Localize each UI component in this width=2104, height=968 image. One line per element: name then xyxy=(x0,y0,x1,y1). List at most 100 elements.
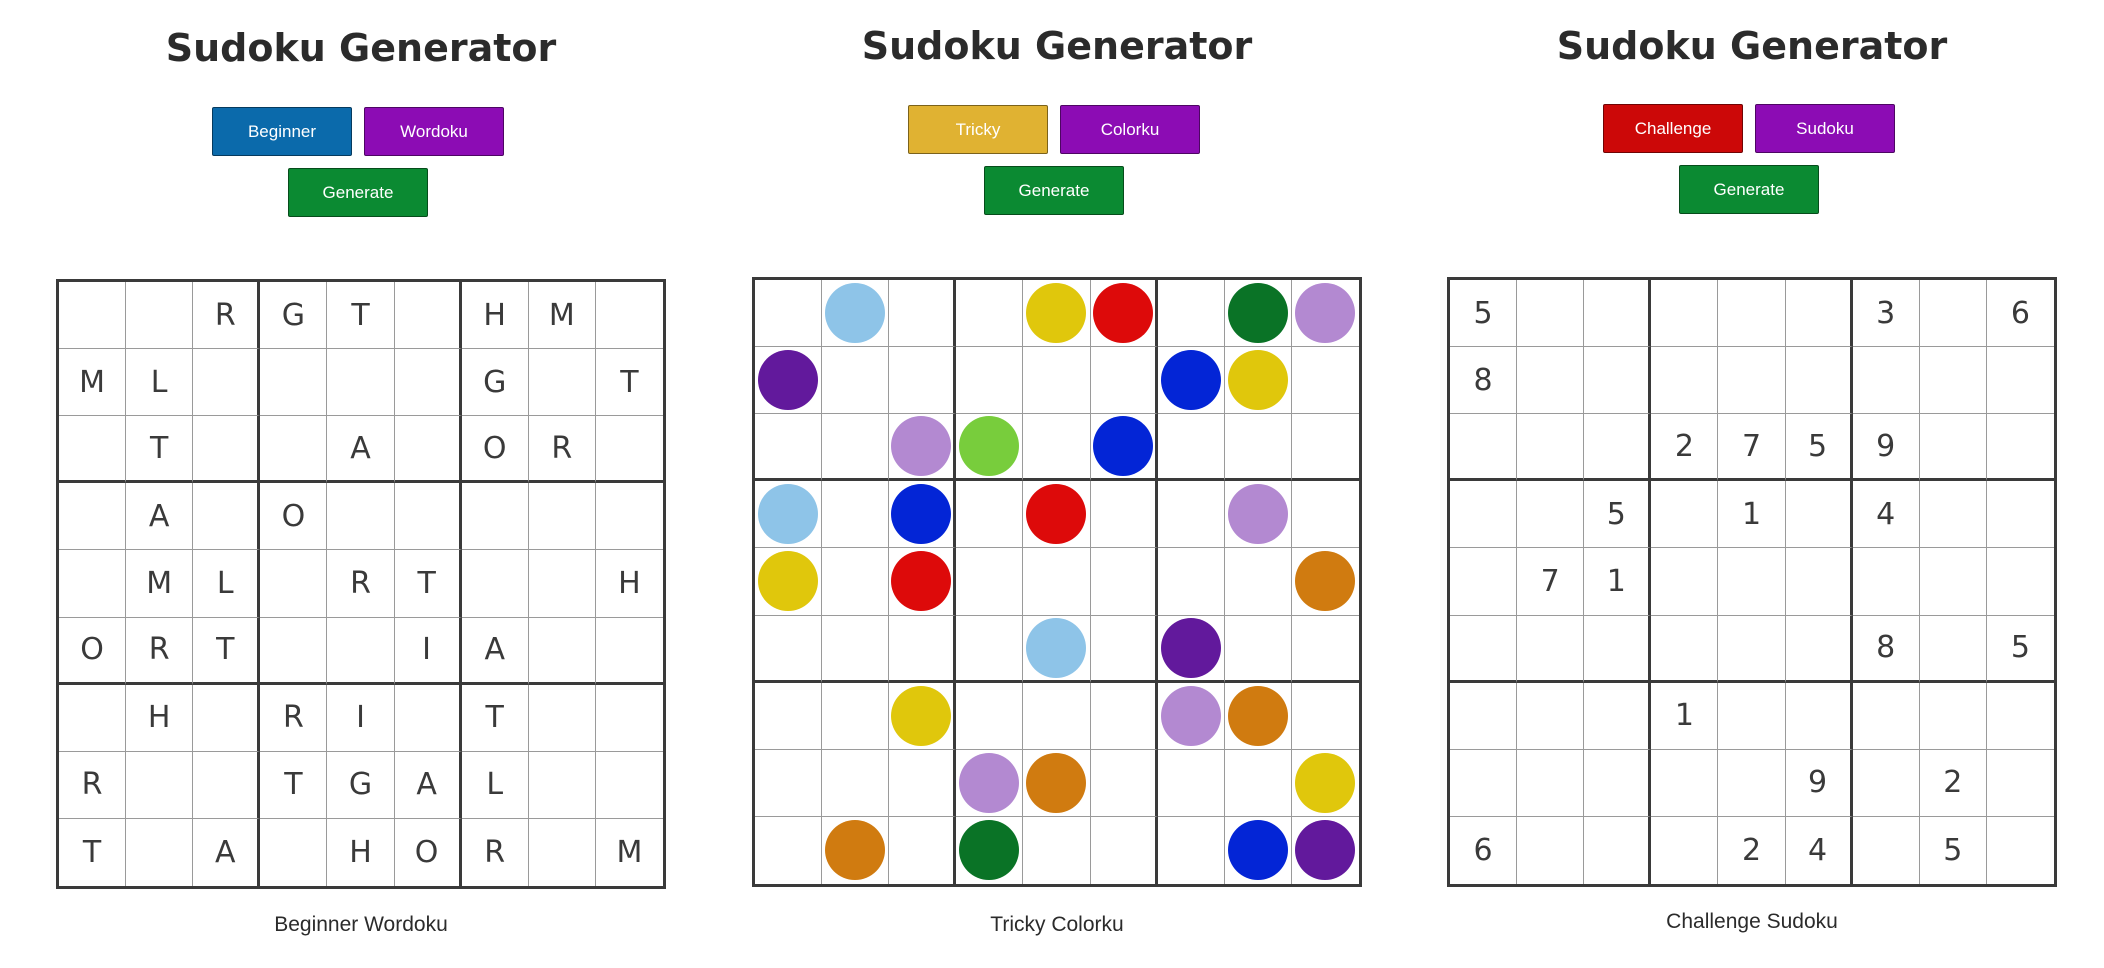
grid-cell[interactable]: 6 xyxy=(1986,280,2054,348)
grid-cell[interactable] xyxy=(1090,347,1158,415)
grid-cell[interactable] xyxy=(1291,481,1359,549)
grid-cell[interactable] xyxy=(595,752,663,819)
grid-cell[interactable]: 9 xyxy=(1852,414,1920,482)
grid-cell[interactable] xyxy=(394,416,462,484)
mode-sudoku-button[interactable]: Sudoku xyxy=(1755,104,1895,153)
grid-cell[interactable] xyxy=(1852,749,1920,817)
grid-cell[interactable] xyxy=(1584,816,1652,884)
grid-cell[interactable] xyxy=(889,414,957,482)
grid-cell[interactable]: R xyxy=(126,617,194,685)
grid-cell[interactable] xyxy=(193,483,261,551)
grid-cell[interactable]: O xyxy=(260,483,328,551)
grid-cell[interactable]: T xyxy=(394,550,462,618)
grid-cell[interactable] xyxy=(1157,481,1225,549)
grid-cell[interactable] xyxy=(1986,347,2054,415)
grid-cell[interactable] xyxy=(1224,347,1292,415)
grid-cell[interactable] xyxy=(1987,817,2054,884)
grid-cell[interactable] xyxy=(1517,615,1585,683)
grid-cell[interactable]: 5 xyxy=(1920,816,1987,884)
grid-cell[interactable] xyxy=(394,282,462,350)
grid-cell[interactable] xyxy=(1023,816,1091,884)
grid-cell[interactable]: L xyxy=(126,349,194,417)
grid-cell[interactable]: M xyxy=(59,349,127,417)
grid-cell[interactable] xyxy=(822,615,890,683)
grid-cell[interactable] xyxy=(1224,682,1292,750)
grid-cell[interactable]: M xyxy=(596,819,663,886)
grid-cell[interactable] xyxy=(1023,548,1091,616)
grid-cell[interactable]: O xyxy=(461,416,529,484)
grid-cell[interactable] xyxy=(1291,548,1359,616)
grid-cell[interactable] xyxy=(528,751,596,819)
grid-cell[interactable] xyxy=(1224,481,1292,549)
grid-cell[interactable]: T xyxy=(126,416,194,484)
grid-cell[interactable] xyxy=(956,615,1024,683)
grid-cell[interactable] xyxy=(1224,749,1292,817)
grid-cell[interactable] xyxy=(956,414,1024,482)
grid-cell[interactable] xyxy=(755,548,823,616)
grid-cell[interactable] xyxy=(1090,548,1158,616)
grid-cell[interactable]: R xyxy=(59,751,127,819)
grid-cell[interactable] xyxy=(822,481,890,549)
grid-cell[interactable] xyxy=(1023,481,1091,549)
grid-cell[interactable] xyxy=(394,349,462,417)
grid-cell[interactable] xyxy=(529,818,596,886)
grid-cell[interactable] xyxy=(1090,749,1158,817)
grid-cell[interactable]: A xyxy=(461,617,529,685)
grid-cell[interactable] xyxy=(1517,816,1585,884)
grid-cell[interactable] xyxy=(1023,749,1091,817)
grid-cell[interactable]: L xyxy=(193,550,261,618)
grid-cell[interactable] xyxy=(1291,683,1359,750)
grid-cell[interactable] xyxy=(1718,347,1786,415)
grid-cell[interactable] xyxy=(1291,616,1359,683)
grid-cell[interactable]: H xyxy=(327,818,395,886)
grid-cell[interactable] xyxy=(595,618,663,685)
grid-cell[interactable] xyxy=(59,684,127,752)
grid-cell[interactable] xyxy=(193,349,261,417)
grid-cell[interactable] xyxy=(59,550,127,618)
grid-cell[interactable] xyxy=(327,349,395,417)
grid-cell[interactable]: R xyxy=(462,818,529,886)
grid-cell[interactable] xyxy=(126,282,194,350)
grid-cell[interactable] xyxy=(1986,481,2054,549)
grid-cell[interactable]: R xyxy=(327,550,395,618)
grid-cell[interactable]: 7 xyxy=(1718,414,1786,482)
grid-cell[interactable] xyxy=(1450,414,1518,482)
grid-cell[interactable] xyxy=(528,617,596,685)
grid-cell[interactable] xyxy=(1852,682,1920,750)
grid-cell[interactable] xyxy=(1517,280,1585,348)
grid-cell[interactable] xyxy=(956,347,1024,415)
grid-cell[interactable] xyxy=(1450,682,1518,750)
grid-cell[interactable]: T xyxy=(260,751,328,819)
grid-cell[interactable] xyxy=(1291,750,1359,817)
grid-cell[interactable] xyxy=(1919,548,1987,616)
grid-cell[interactable] xyxy=(528,483,596,551)
grid-cell[interactable] xyxy=(126,751,194,819)
grid-cell[interactable] xyxy=(956,280,1024,348)
grid-cell[interactable]: 2 xyxy=(1919,749,1987,817)
grid-cell[interactable] xyxy=(822,280,890,348)
grid-cell[interactable] xyxy=(1517,749,1585,817)
grid-cell[interactable] xyxy=(822,682,890,750)
grid-cell[interactable]: 7 xyxy=(1517,548,1585,616)
grid-cell[interactable] xyxy=(1157,749,1225,817)
grid-cell[interactable] xyxy=(1450,548,1518,616)
grid-cell[interactable] xyxy=(1718,749,1786,817)
grid-cell[interactable]: A xyxy=(394,751,462,819)
generate-button[interactable]: Generate xyxy=(1679,165,1819,214)
grid-cell[interactable]: 5 xyxy=(1785,414,1853,482)
grid-cell[interactable] xyxy=(822,414,890,482)
grid-cell[interactable] xyxy=(956,682,1024,750)
grid-cell[interactable] xyxy=(755,280,823,348)
grid-cell[interactable]: 1 xyxy=(1651,682,1719,750)
grid-cell[interactable] xyxy=(1852,548,1920,616)
grid-cell[interactable] xyxy=(1517,481,1585,549)
grid-cell[interactable] xyxy=(260,818,328,886)
grid-cell[interactable] xyxy=(461,550,529,618)
grid-cell[interactable] xyxy=(1986,750,2054,817)
grid-cell[interactable] xyxy=(260,617,328,685)
grid-cell[interactable] xyxy=(1090,280,1158,348)
grid-cell[interactable]: 1 xyxy=(1718,481,1786,549)
grid-cell[interactable]: I xyxy=(394,617,462,685)
grid-cell[interactable] xyxy=(1090,682,1158,750)
grid-cell[interactable]: 8 xyxy=(1450,347,1518,415)
